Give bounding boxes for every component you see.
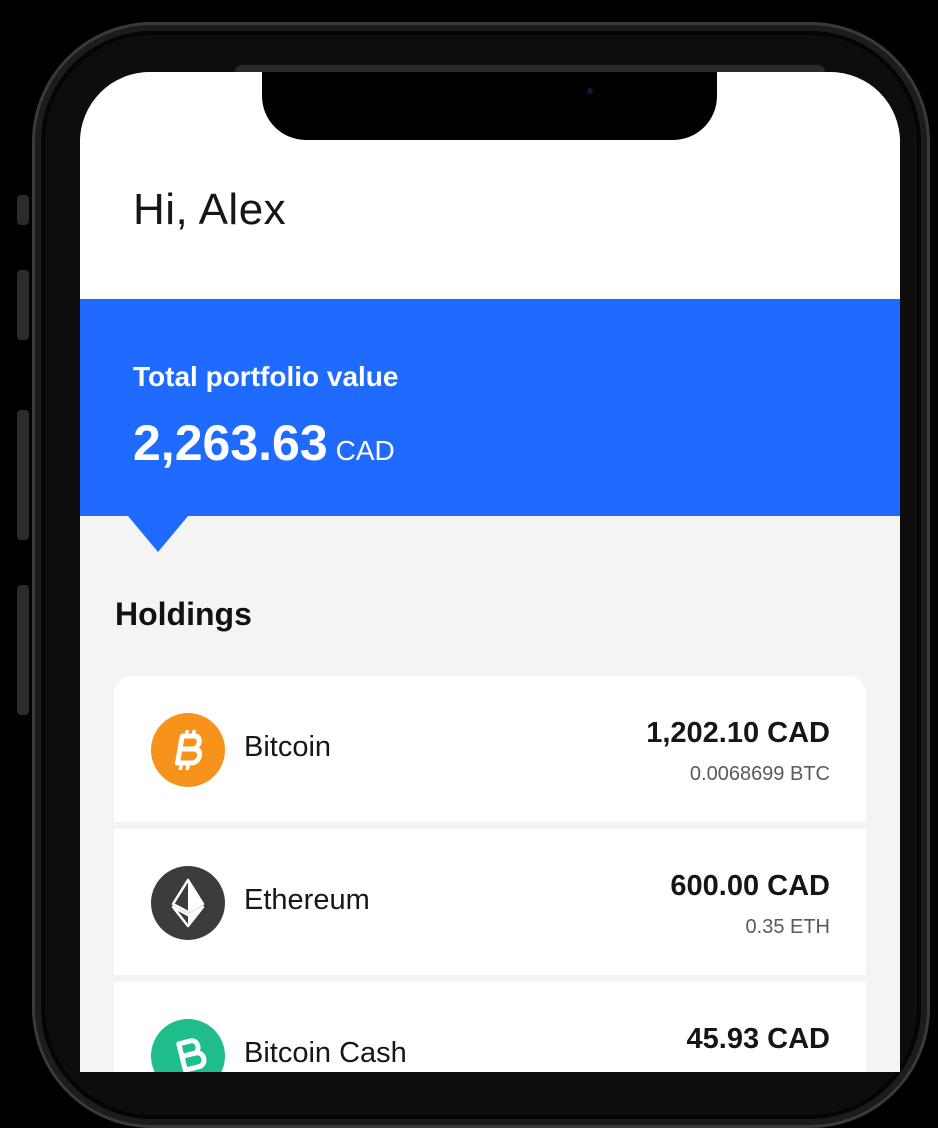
portfolio-amount: 2,263.63 <box>133 415 328 471</box>
greeting-text: Hi, Alex <box>133 185 287 234</box>
coin-name: Ethereum <box>244 884 370 916</box>
holding-row-bitcoin[interactable]: Bitcoin 1,202.10 CAD 0.0068699 BTC <box>114 676 866 822</box>
portfolio-currency: CAD <box>335 435 395 466</box>
volume-down-button <box>17 410 29 540</box>
holdings-title: Holdings <box>115 596 252 632</box>
portfolio-pointer <box>128 516 188 552</box>
phone-notch <box>262 72 717 140</box>
silent-switch <box>17 195 29 225</box>
coin-value: 45.93 CAD <box>686 1023 830 1055</box>
volume-up-button <box>17 270 29 340</box>
portfolio-label: Total portfolio value <box>133 361 399 392</box>
bitcoin-cash-icon <box>151 1019 225 1072</box>
coin-name: Bitcoin Cash <box>244 1037 407 1069</box>
coin-value: 600.00 CAD <box>670 870 830 902</box>
coin-amount: 0.0068699 BTC <box>689 763 830 785</box>
portfolio-summary-card[interactable]: Total portfolio value 2,263.63 CAD <box>80 299 900 516</box>
holding-row-ethereum[interactable]: Ethereum 600.00 CAD 0.35 ETH <box>114 829 866 975</box>
bitcoin-symbol <box>174 730 203 770</box>
front-camera <box>587 88 593 94</box>
ethereum-icon <box>151 866 225 940</box>
app-screen: Hi, Alex Total portfolio value 2,263.63 C… <box>80 72 900 1072</box>
bitcoin-cash-symbol <box>176 1038 207 1072</box>
coin-amount: 0.35 ETH <box>745 916 830 938</box>
ethereum-symbol <box>171 878 205 928</box>
coin-value: 1,202.10 CAD <box>646 717 830 749</box>
bitcoin-icon <box>151 713 225 787</box>
portfolio-value: 2,263.63 CAD <box>133 414 395 472</box>
holding-row-bitcoin-cash[interactable]: Bitcoin Cash 45.93 CAD <box>114 982 866 1072</box>
coin-name: Bitcoin <box>244 731 332 763</box>
side-button <box>17 585 29 715</box>
